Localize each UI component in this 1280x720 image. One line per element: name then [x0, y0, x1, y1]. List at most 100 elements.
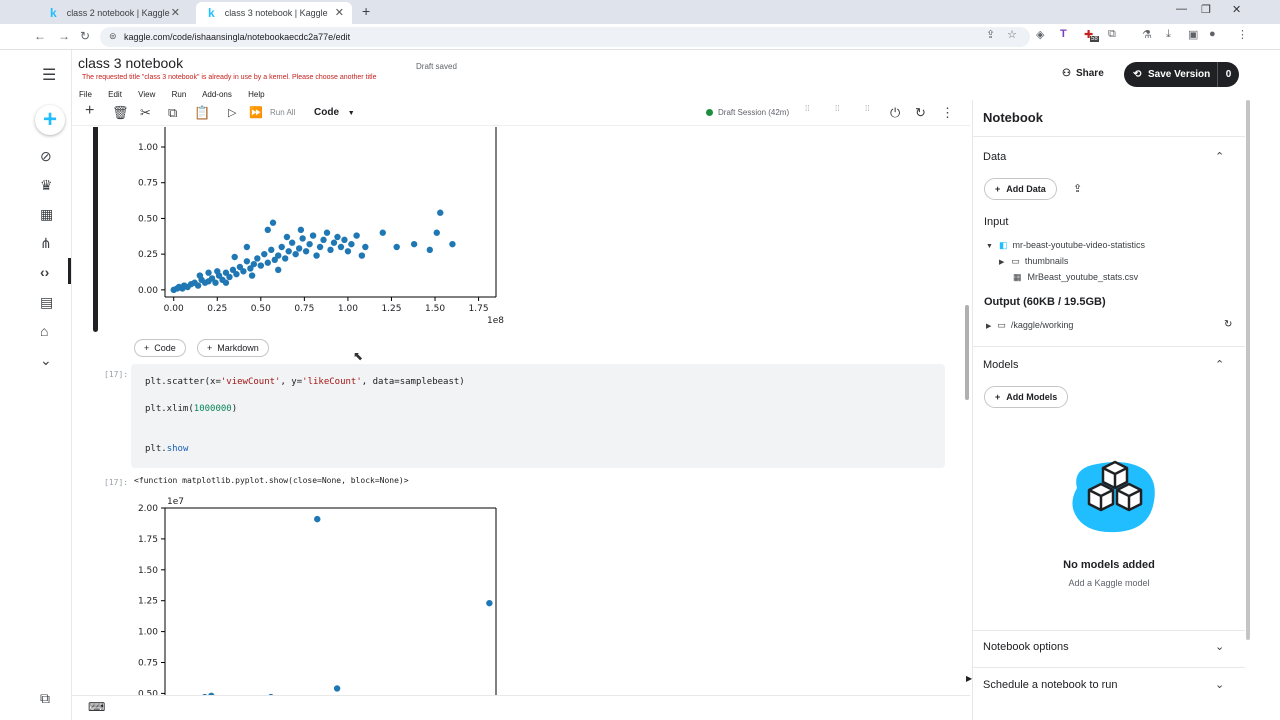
- copy-icon[interactable]: ⧉: [40, 690, 50, 707]
- paste-icon[interactable]: 📋: [194, 105, 210, 121]
- models-section-header[interactable]: Models: [983, 359, 1018, 371]
- trophy-icon[interactable]: ♛: [40, 177, 53, 194]
- menu-help[interactable]: Help: [248, 90, 264, 99]
- discussion-icon[interactable]: ▤: [40, 294, 53, 311]
- version-count[interactable]: 0: [1217, 62, 1239, 87]
- url-input[interactable]: ⊜ kaggle.com/code/ishaansingla/notebooka…: [100, 27, 1030, 47]
- minimize-icon[interactable]: —: [1176, 3, 1187, 15]
- notebook-cells[interactable]: 0.00 0.25 0.50 0.75 1.00 1.25 1.50 1.75 0.00 0.25…: [72, 127, 970, 695]
- chevron-down-icon[interactable]: ⌄: [1215, 640, 1224, 653]
- run-cell-icon[interactable]: ▷: [228, 106, 236, 119]
- scatter-point: [333, 685, 341, 692]
- more-chevron-icon[interactable]: ⌄: [40, 352, 52, 369]
- refresh-output-icon[interactable]: ↻: [1224, 319, 1232, 330]
- selected-cell-indicator: [93, 127, 98, 332]
- run-all-button[interactable]: Run All: [270, 108, 295, 117]
- add-models-button[interactable]: + Add Models: [984, 386, 1069, 408]
- add-code-button[interactable]: + Code: [134, 339, 186, 357]
- add-markdown-button[interactable]: + Markdown: [197, 339, 269, 357]
- hamburger-menu-icon[interactable]: ☰: [42, 65, 56, 85]
- chevron-up-icon[interactable]: ⌃: [1215, 150, 1224, 163]
- add-cell-icon[interactable]: +: [85, 102, 94, 120]
- flask-icon[interactable]: ⚗: [1142, 28, 1152, 41]
- dataset-tree-item[interactable]: ▼ ◧ mr-beast-youtube-video-statistics: [986, 240, 1145, 251]
- scatter-point: [264, 259, 271, 266]
- extensions-puzzle-icon[interactable]: ⧉: [1108, 28, 1116, 41]
- menu-file[interactable]: File: [79, 90, 92, 99]
- file-tree-item[interactable]: ▦ MrBeast_youtube_stats.csv: [1013, 272, 1138, 283]
- session-active-dot: [706, 109, 713, 116]
- chevron-down-icon[interactable]: ⌄: [1215, 678, 1224, 691]
- upload-icon[interactable]: ⇪: [1073, 182, 1082, 195]
- scatter-plot-1: 0.00 0.25 0.50 0.75 1.00 1.25 1.50 1.75 0.00 0.25…: [138, 127, 504, 326]
- restore-icon[interactable]: ❐: [1201, 3, 1211, 16]
- more-options-icon[interactable]: ⋮: [941, 105, 954, 121]
- notebook-options-header[interactable]: Notebook options: [983, 641, 1069, 653]
- copy-cell-icon[interactable]: ⧉: [168, 105, 177, 121]
- cell-type-select[interactable]: Code ▼: [314, 107, 355, 118]
- browser-tab-class3[interactable]: k class 3 notebook | Kaggle ✕: [196, 2, 352, 24]
- session-status[interactable]: Draft Session (42m): [706, 108, 789, 117]
- models-icon[interactable]: ⋔: [40, 235, 52, 252]
- scatter-point: [362, 243, 369, 251]
- data-section-header[interactable]: Data: [983, 151, 1006, 163]
- extension-icon[interactable]: ◈: [1036, 28, 1044, 41]
- add-markdown-label: Markdown: [217, 343, 259, 353]
- power-icon[interactable]: ⏻: [890, 105, 900, 121]
- schedule-header[interactable]: Schedule a notebook to run: [983, 679, 1118, 691]
- notebook-title[interactable]: class 3 notebook: [78, 55, 183, 71]
- console-icon[interactable]: ⌨: [88, 700, 105, 714]
- cut-icon[interactable]: ✂: [140, 105, 151, 121]
- x-tick-label: 0.00: [164, 304, 184, 314]
- delete-icon[interactable]: 🗑: [112, 105, 129, 121]
- page-scrollbar[interactable]: [1244, 100, 1252, 640]
- session-label: Draft Session (42m): [718, 108, 790, 117]
- y-tick-label: 1.75: [138, 535, 158, 545]
- compass-icon[interactable]: ⊘: [40, 148, 52, 165]
- page-scrollbar-thumb[interactable]: [1246, 100, 1250, 640]
- save-version-label: Save Version: [1148, 69, 1211, 80]
- chevron-up-icon[interactable]: ⌃: [1215, 358, 1224, 371]
- menu-view[interactable]: View: [138, 90, 155, 99]
- new-tab-icon[interactable]: +: [362, 3, 370, 19]
- save-version-button[interactable]: ⟲ Save Version 0: [1124, 62, 1239, 87]
- share-page-icon[interactable]: ⇪: [986, 28, 995, 41]
- site-info-icon[interactable]: ⊜: [109, 31, 117, 42]
- download-icon[interactable]: ⤓: [1166, 28, 1171, 41]
- folder-tree-item[interactable]: ▶ ▭ thumbnails: [999, 256, 1068, 267]
- add-kaggle-model-link[interactable]: Add a Kaggle model: [973, 578, 1245, 588]
- add-data-button[interactable]: + Add Data: [984, 178, 1057, 200]
- run-all-icon[interactable]: ⏩: [249, 106, 263, 119]
- output-tree-item[interactable]: ▶ ▭ /kaggle/working: [986, 320, 1073, 331]
- menu-run[interactable]: Run: [172, 90, 187, 99]
- console-bar: ⌨: [72, 695, 970, 720]
- scatter-point: [295, 245, 303, 252]
- profile-avatar[interactable]: ●: [1209, 28, 1216, 40]
- scatter-point: [214, 268, 221, 275]
- menu-edit[interactable]: Edit: [108, 90, 122, 99]
- reload-icon[interactable]: ↻: [80, 29, 90, 43]
- menu-addons[interactable]: Add-ons: [202, 90, 232, 99]
- back-icon[interactable]: ←: [34, 29, 46, 43]
- scatter-point: [313, 252, 320, 259]
- window-close-icon[interactable]: ✕: [1232, 3, 1241, 16]
- browser-tab-class2[interactable]: k class 2 notebook | Kaggle ✕: [38, 2, 188, 24]
- scrollbar-thumb[interactable]: [965, 305, 969, 400]
- side-panel-icon[interactable]: ▣: [1188, 28, 1198, 41]
- extension-t-icon[interactable]: T: [1060, 28, 1067, 40]
- restart-icon[interactable]: ↻: [915, 105, 926, 121]
- code-icon[interactable]: ‹›: [40, 264, 49, 280]
- notebook-scrollbar[interactable]: [963, 130, 971, 695]
- learn-icon[interactable]: ⌂: [40, 323, 48, 339]
- browser-menu-icon[interactable]: ⋮: [1237, 28, 1248, 41]
- divider: [973, 346, 1245, 347]
- scatter-point: [285, 248, 292, 255]
- bookmark-star-icon[interactable]: ☆: [1007, 28, 1017, 41]
- close-tab-icon[interactable]: ✕: [171, 6, 180, 19]
- share-button[interactable]: ⚇ Share: [1062, 68, 1104, 79]
- close-tab-icon[interactable]: ✕: [335, 6, 344, 19]
- code-cell-editor[interactable]: plt.scatter(x='viewCount', y='likeCount'…: [131, 364, 945, 468]
- create-button[interactable]: +: [35, 105, 65, 135]
- forward-icon[interactable]: →: [58, 29, 70, 43]
- table-icon[interactable]: ▦: [40, 206, 53, 223]
